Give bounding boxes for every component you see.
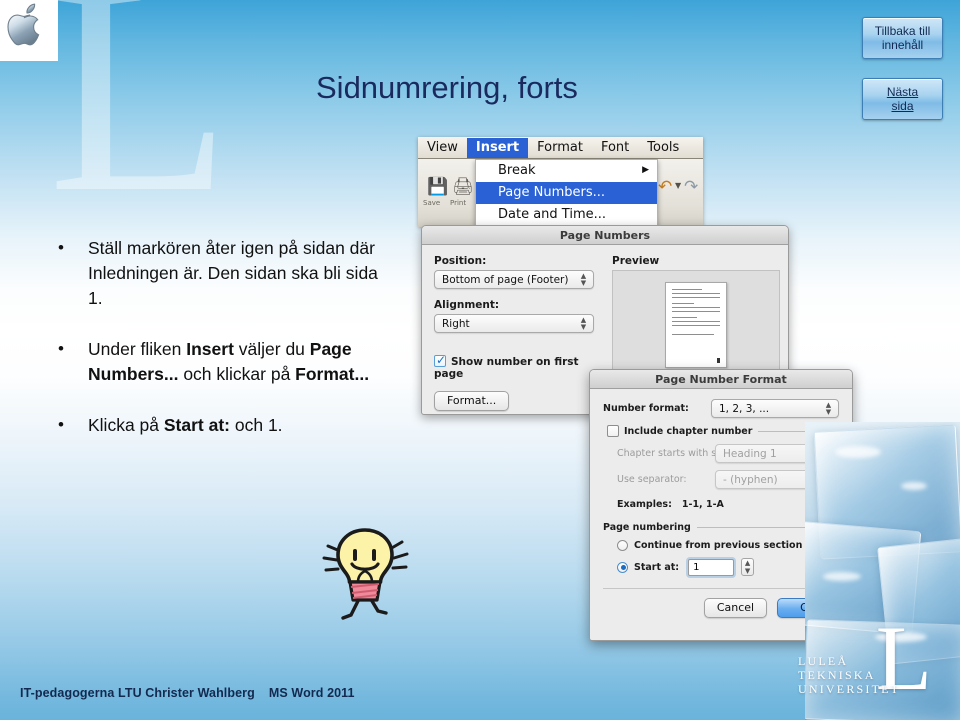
insert-menu-dropdown[interactable]: Break ▶ Page Numbers... Date and Time... (475, 159, 658, 227)
ltu-logo-line1: LULEÅ (798, 654, 849, 668)
menu-bar: View Insert Format Font Tools (418, 137, 703, 159)
include-chapter-label: Include chapter number (624, 425, 753, 437)
include-chapter-checkbox[interactable] (607, 425, 619, 437)
bullet-text: Klicka på (88, 415, 164, 435)
ltu-logo-line3: UNIVERSITET (798, 682, 901, 696)
bullet-text: Under fliken (88, 339, 187, 359)
menu-option-label: Date and Time... (498, 207, 607, 222)
ltu-watermark-letter: L (48, 0, 231, 254)
start-at-stepper-icon[interactable]: ▲ ▼ (741, 558, 755, 576)
position-stepper-icon[interactable]: ▲ ▼ (579, 273, 588, 288)
number-format-stepper-icon[interactable]: ▲ ▼ (824, 402, 833, 417)
save-toolbar-label: Save (423, 199, 441, 207)
menu-option-page-numbers[interactable]: Page Numbers... (476, 182, 657, 204)
chapter-style-label: Chapter starts with style (617, 448, 735, 459)
menu-item-tools[interactable]: Tools (638, 138, 688, 158)
number-format-select[interactable]: 1, 2, 3, ... ▲ ▼ (711, 399, 839, 418)
start-at-row[interactable]: Start at: ▲▼ (603, 558, 839, 576)
bullet-emphasis: Format... (295, 364, 370, 384)
menu-option-date-and-time[interactable]: Date and Time... (476, 204, 657, 226)
menu-option-label: Page Numbers... (498, 185, 605, 200)
continue-previous-row[interactable]: Continue from previous section (603, 540, 839, 551)
undo-arrow-icon[interactable]: ↶ (658, 177, 672, 197)
page-number-format-dialog-title: Page Number Format (590, 370, 852, 389)
bullet-text: Ställ markören åter igen på sidan där In… (88, 238, 378, 308)
continue-previous-label: Continue from previous section (634, 540, 803, 551)
position-select[interactable]: Bottom of page (Footer) ▲ ▼ (434, 270, 594, 289)
back-to-contents-line2: innehåll (881, 38, 924, 52)
menu-item-format[interactable]: Format (528, 138, 592, 158)
redo-arrow-icon[interactable]: ↷ (684, 177, 698, 197)
show-number-first-page-row[interactable]: Show number on first page (434, 353, 594, 380)
footer-product: MS Word 2011 (268, 686, 355, 700)
alignment-stepper-icon[interactable]: ▲ ▼ (579, 317, 588, 332)
cancel-button[interactable]: Cancel (703, 598, 768, 618)
menu-item-insert[interactable]: Insert (466, 137, 529, 158)
separator-value: - (hyphen) (723, 474, 778, 486)
examples-label: Examples: (617, 499, 672, 510)
alignment-select[interactable]: Right ▲ ▼ (434, 314, 594, 333)
back-to-contents-button[interactable]: Tillbaka till innehåll (862, 17, 943, 59)
menu-option-break[interactable]: Break ▶ (476, 160, 657, 182)
alignment-value: Right (442, 318, 470, 330)
page-numbering-group-label: Page numbering (603, 522, 691, 533)
chapter-style-value: Heading 1 (723, 448, 777, 460)
separator-label: Use separator: (617, 474, 687, 485)
bullet-text: väljer du (233, 339, 310, 359)
include-chapter-row[interactable]: Include chapter number (603, 425, 839, 437)
bullet-emphasis: Insert (186, 339, 234, 359)
bullet-text: och klickar på (178, 364, 296, 384)
bullet-item: Under fliken Insert väljer du Page Numbe… (52, 336, 396, 387)
word-menu-screenshot: View Insert Format Font Tools 💾 Save 🖨 Print… (418, 137, 703, 227)
next-page-button[interactable]: Nästa sida (862, 78, 943, 120)
preview-page-number (717, 358, 720, 363)
bullet-list: Ställ markören åter igen på sidan där In… (52, 235, 396, 464)
lightbulb-mascot-icon (310, 518, 420, 628)
alignment-label: Alignment: (434, 299, 500, 311)
page-numbers-dialog-title: Page Numbers (422, 226, 788, 245)
number-format-label: Number format: (603, 403, 689, 414)
apple-logo (0, 0, 58, 61)
submenu-arrow-icon: ▶ (642, 165, 649, 175)
preview-page-thumbnail (665, 282, 727, 368)
ltu-logo-line2: TEKNISKA (798, 668, 876, 682)
floppy-disk-icon[interactable]: 💾 (427, 177, 448, 197)
slide-footer: IT-pedagogerna LTU Christer Wahlberg MS W… (20, 686, 355, 700)
printer-icon[interactable]: 🖨 (452, 177, 474, 197)
start-at-radio[interactable] (617, 561, 628, 573)
back-to-contents-line1: Tillbaka till (874, 24, 931, 38)
bullet-text: och 1. (230, 415, 283, 435)
start-at-input[interactable] (688, 558, 735, 576)
position-value: Bottom of page (Footer) (442, 274, 569, 286)
bullet-item: Ställ markören åter igen på sidan där In… (52, 235, 396, 311)
next-page-line1: Nästa (886, 85, 919, 99)
format-button[interactable]: Format... (434, 391, 510, 411)
show-number-first-page-checkbox[interactable] (434, 353, 446, 367)
bullet-emphasis: Start at: (163, 415, 230, 435)
start-at-label: Start at: (634, 561, 680, 573)
number-format-value: 1, 2, 3, ... (719, 403, 770, 415)
menu-item-view[interactable]: View (418, 138, 467, 158)
footer-author: IT-pedagogerna LTU Christer Wahlberg (20, 686, 255, 700)
continue-previous-radio[interactable] (617, 540, 628, 551)
chevron-down-icon[interactable]: ▼ (675, 181, 681, 190)
next-page-line2: sida (891, 99, 914, 113)
show-number-first-page-label: Show number on first page (434, 356, 579, 380)
print-toolbar-label: Print (450, 199, 467, 207)
position-label: Position: (434, 255, 487, 267)
bullet-item: Klicka på Start at: och 1. (52, 412, 396, 438)
ltu-logo: L LULEÅ TEKNISKA UNIVERSITET (798, 612, 954, 712)
menu-item-font[interactable]: Font (592, 138, 638, 158)
preview-label: Preview (612, 255, 660, 267)
menu-option-label: Break (498, 163, 536, 178)
page-title: Sidnumrering, forts (316, 70, 578, 105)
examples-value: 1-1, 1-A (681, 499, 724, 510)
presentation-slide: L Sidnumrering, forts Tillbaka till inne… (0, 0, 960, 720)
